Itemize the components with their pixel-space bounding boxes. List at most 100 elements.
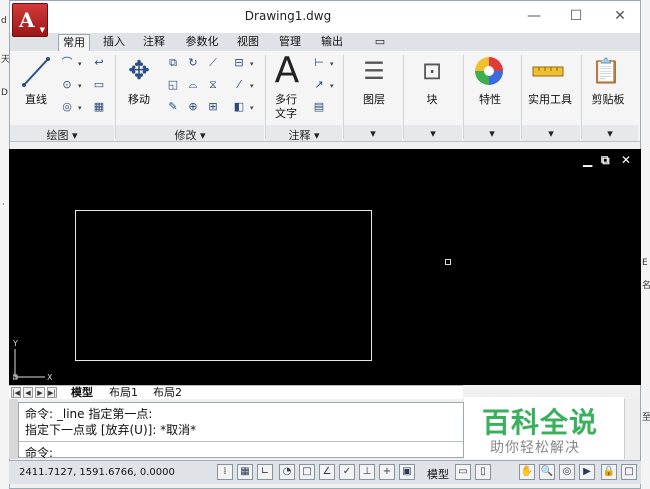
lineweight-icon[interactable]: + bbox=[379, 464, 395, 480]
chevron-down-icon[interactable]: ▾ bbox=[250, 82, 254, 90]
extend-icon[interactable]: ◧ bbox=[230, 99, 248, 117]
grid-display-icon[interactable]: ▦ bbox=[237, 464, 253, 480]
annotation-panel-title[interactable]: 注释 ▾ bbox=[266, 127, 342, 142]
tab-home[interactable]: 常用 bbox=[58, 34, 90, 51]
command-prompt[interactable]: 命令: bbox=[25, 444, 53, 461]
pan-icon[interactable]: ✋ bbox=[519, 464, 535, 480]
snap-mode-icon[interactable]: ⁞ bbox=[217, 464, 233, 480]
mirror-icon[interactable]: ⧖ bbox=[204, 77, 222, 95]
minimize-button[interactable]: — bbox=[520, 5, 548, 27]
tab-layout1[interactable]: 布局1 bbox=[109, 386, 138, 400]
tab-parametric[interactable]: 参数化 bbox=[180, 34, 224, 51]
chevron-down-icon[interactable]: ▾ bbox=[78, 82, 82, 90]
next-layout-icon[interactable]: ▶ bbox=[35, 387, 45, 398]
rectangle-icon[interactable]: ▭ bbox=[90, 77, 108, 95]
maximize-button[interactable]: ☐ bbox=[562, 5, 590, 27]
layers-panel-expand[interactable]: ▾ bbox=[344, 127, 402, 141]
layers-icon[interactable]: ☰ bbox=[356, 55, 392, 87]
color-wheel-icon bbox=[475, 57, 503, 85]
tab-manage[interactable]: 管理 bbox=[274, 34, 306, 51]
move-icon[interactable]: ✥ bbox=[122, 55, 156, 89]
viewport-close-button[interactable]: ✕ bbox=[621, 153, 631, 167]
previous-layout-icon[interactable]: ◀ bbox=[23, 387, 33, 398]
tab-layout2[interactable]: 布局2 bbox=[153, 386, 182, 400]
ribbon-minimize-icon[interactable]: ▭ bbox=[368, 34, 392, 51]
leader-icon[interactable]: ↗ bbox=[310, 77, 328, 95]
multiline-text-icon[interactable]: A bbox=[272, 51, 302, 91]
block-icon[interactable]: ⊡ bbox=[414, 55, 450, 87]
ortho-mode-icon[interactable]: ∟ bbox=[257, 464, 273, 480]
arc-icon[interactable]: ↩ bbox=[90, 55, 108, 73]
scale-icon[interactable]: ✎ bbox=[164, 99, 182, 117]
drawing-canvas[interactable]: ▁ ⧉ ✕ Y X bbox=[9, 149, 641, 385]
line-label: 直线 bbox=[25, 93, 47, 106]
last-layout-icon[interactable]: ▶| bbox=[47, 387, 57, 398]
clean-screen-icon[interactable]: □ bbox=[621, 464, 637, 480]
chevron-down-icon[interactable]: ▾ bbox=[330, 60, 334, 68]
block-panel-expand[interactable]: ▾ bbox=[404, 127, 462, 141]
dynamic-input-icon[interactable]: ⊥ bbox=[359, 464, 375, 480]
array-icon[interactable]: ⊕ bbox=[184, 99, 202, 117]
zoom-icon[interactable]: 🔍 bbox=[539, 464, 555, 480]
chevron-down-icon[interactable]: ▾ bbox=[78, 60, 82, 68]
quick-view-layouts-icon[interactable]: ▭ bbox=[455, 464, 471, 480]
showmotion-icon[interactable]: ▶ bbox=[579, 464, 595, 480]
erase-icon[interactable]: ⊟ bbox=[230, 55, 248, 73]
clipboard-icon[interactable]: 📋 bbox=[588, 55, 624, 87]
explode-icon[interactable]: ⁄ bbox=[230, 77, 248, 95]
model-space-label[interactable]: 模型 bbox=[427, 466, 449, 482]
application-menu-button[interactable]: A ▼ bbox=[12, 3, 48, 37]
toolbar-lock-icon[interactable]: 🔒 bbox=[601, 464, 617, 480]
object-snap-tracking-icon[interactable]: ∠ bbox=[319, 464, 335, 480]
draw-panel-title[interactable]: 绘图 ▾ bbox=[10, 127, 114, 142]
tab-insert[interactable]: 插入 bbox=[98, 34, 130, 51]
block-label: 块 bbox=[426, 93, 438, 106]
chevron-down-icon[interactable]: ▾ bbox=[78, 104, 82, 112]
quick-properties-icon[interactable]: ▣ bbox=[399, 464, 415, 480]
modify-panel-title[interactable]: 修改 ▾ bbox=[116, 127, 264, 142]
copy-icon[interactable]: ⧉ bbox=[164, 55, 182, 73]
ruler-icon bbox=[532, 66, 564, 77]
properties-color-wheel-icon[interactable] bbox=[472, 55, 506, 87]
polar-tracking-icon[interactable]: ◔ bbox=[279, 464, 295, 480]
viewport-restore-button[interactable]: ⧉ bbox=[601, 153, 610, 168]
ribbon: 直线 ⌒ ▾ ↩ ⊙ ▾ ▭ ◎ ▾ ▦ 绘图 ▾ ✥ 移动 ⧉ ↻ ⟋ ⊟ ▾… bbox=[10, 51, 640, 142]
hatch-icon[interactable]: ▦ bbox=[90, 99, 108, 117]
circle-icon[interactable]: ⊙ bbox=[58, 77, 76, 95]
autocad-logo-icon: A bbox=[19, 8, 35, 32]
tab-annotate[interactable]: 注释 bbox=[138, 34, 170, 51]
command-line-grip[interactable] bbox=[9, 399, 18, 459]
ellipse-icon[interactable]: ◎ bbox=[58, 99, 76, 117]
viewport-minimize-button[interactable]: ▁ bbox=[583, 153, 592, 167]
rotate-icon[interactable]: ↻ bbox=[184, 55, 202, 73]
dynamic-ucs-icon[interactable]: ✓ bbox=[339, 464, 355, 480]
first-layout-icon[interactable]: |◀ bbox=[11, 387, 21, 398]
trim-icon[interactable]: ⟋ bbox=[204, 55, 222, 73]
utilities-panel-expand[interactable]: ▾ bbox=[522, 127, 580, 141]
table-icon[interactable]: ▤ bbox=[310, 99, 328, 117]
fillet-icon[interactable]: ⌓ bbox=[184, 77, 202, 95]
background-text: D bbox=[1, 88, 8, 98]
tab-view[interactable]: 视图 bbox=[232, 34, 264, 51]
object-snap-icon[interactable]: □ bbox=[299, 464, 315, 480]
measure-ruler-icon[interactable] bbox=[530, 59, 566, 83]
steering-wheel-icon[interactable]: ◎ bbox=[559, 464, 575, 480]
offset-icon[interactable]: ⊞ bbox=[204, 99, 222, 117]
command-scrollbar[interactable] bbox=[624, 399, 640, 459]
chevron-down-icon[interactable]: ▾ bbox=[330, 82, 334, 90]
stretch-icon[interactable]: ◱ bbox=[164, 77, 182, 95]
tab-model[interactable]: 模型 bbox=[71, 386, 93, 400]
command-line[interactable]: 命令: _line 指定第一点: 指定下一点或 [放弃(U)]: *取消* 命令… bbox=[18, 402, 464, 461]
dimension-icon[interactable]: ⊢ bbox=[310, 55, 328, 73]
tab-output[interactable]: 输出 bbox=[316, 34, 348, 51]
drawn-rectangle[interactable] bbox=[75, 210, 372, 361]
line-tool-button[interactable] bbox=[18, 55, 54, 89]
chevron-down-icon[interactable]: ▾ bbox=[250, 60, 254, 68]
properties-panel-expand[interactable]: ▾ bbox=[464, 127, 520, 141]
move-label: 移动 bbox=[128, 93, 150, 106]
clipboard-panel-expand[interactable]: ▾ bbox=[582, 127, 638, 141]
quick-view-drawings-icon[interactable]: ▯ bbox=[475, 464, 491, 480]
polyline-icon[interactable]: ⌒ bbox=[58, 55, 76, 73]
close-button[interactable]: ✕ bbox=[606, 5, 634, 27]
chevron-down-icon[interactable]: ▾ bbox=[250, 104, 254, 112]
